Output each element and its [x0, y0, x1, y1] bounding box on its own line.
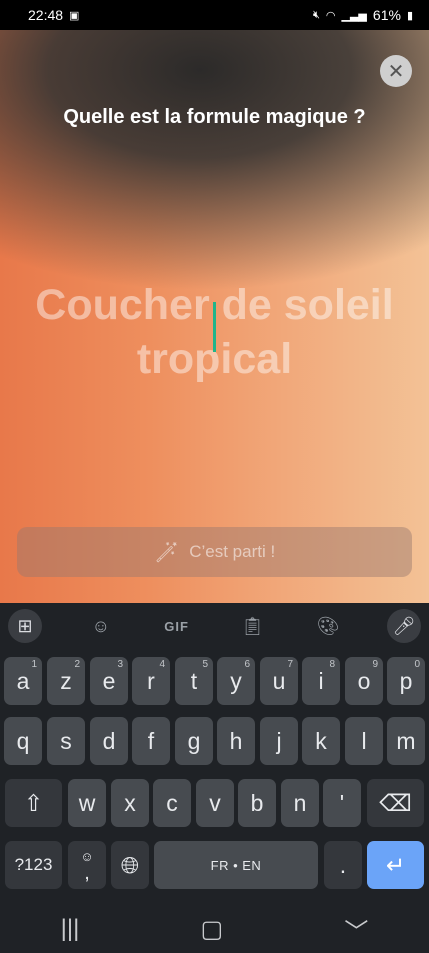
- palette-icon[interactable]: 🎨︎: [311, 609, 345, 643]
- backspace-icon: ⌫: [379, 789, 412, 816]
- key-s[interactable]: s: [47, 717, 85, 765]
- gif-button[interactable]: GIF: [160, 609, 194, 643]
- symbols-key[interactable]: ?123: [5, 841, 62, 889]
- backspace-key[interactable]: ⌫: [367, 779, 424, 827]
- signal-icon: ▁▃▅: [341, 9, 367, 22]
- key-a[interactable]: a1: [4, 657, 42, 705]
- key-y[interactable]: y6: [217, 657, 255, 705]
- key-f[interactable]: f: [132, 717, 170, 765]
- enter-key[interactable]: ↵: [367, 841, 424, 889]
- page-title: Quelle est la formule magique ?: [63, 106, 366, 128]
- key-h[interactable]: h: [217, 717, 255, 765]
- battery-percent: 61%: [372, 7, 401, 23]
- key-e[interactable]: e3: [90, 657, 128, 705]
- key-d[interactable]: d: [90, 717, 128, 765]
- prompt-screen: ✕ Quelle est la formule magique ? Couche…: [0, 30, 429, 603]
- mute-icon: 🔇︎: [312, 8, 320, 21]
- battery-icon: ▮: [406, 9, 413, 22]
- back-icon[interactable]: ﹀: [344, 912, 368, 947]
- key-apostrophe[interactable]: ': [323, 779, 361, 827]
- key-row-4: ?123 ☺ , 🌐︎ FR • EN . ↵: [0, 841, 429, 889]
- globe-key[interactable]: 🌐︎: [111, 841, 149, 889]
- globe-icon: 🌐︎: [120, 851, 140, 878]
- shift-icon: ⇧: [23, 789, 44, 816]
- key-t[interactable]: t5: [175, 657, 213, 705]
- key-k[interactable]: k: [302, 717, 340, 765]
- key-q[interactable]: q: [4, 717, 42, 765]
- shift-key[interactable]: ⇧: [5, 779, 62, 827]
- status-time: 22:48: [28, 7, 64, 23]
- key-x[interactable]: x: [111, 779, 149, 827]
- key-l[interactable]: l: [345, 717, 383, 765]
- mic-icon[interactable]: 🎤︎: [386, 609, 421, 643]
- space-key[interactable]: FR • EN: [154, 841, 318, 889]
- key-b[interactable]: b: [238, 779, 276, 827]
- key-c[interactable]: c: [153, 779, 191, 827]
- navigation-bar: ||| ▢ ﹀: [0, 905, 429, 953]
- close-button[interactable]: ✕: [380, 55, 412, 87]
- keyboard-toolbar: ⊞ ☺ GIF 📋︎ 🎨︎ 🎤︎: [0, 603, 429, 649]
- start-button-label: C’est parti !: [189, 542, 276, 561]
- keyboard: ⊞ ☺ GIF 📋︎ 🎨︎ 🎤︎ a1 z2 e3 r4 t5 y6 u7 i8…: [0, 603, 429, 905]
- key-n[interactable]: n: [281, 779, 319, 827]
- key-j[interactable]: j: [260, 717, 298, 765]
- status-bar: 22:48 ▣ 🔇︎ ◠ ▁▃▅ 61% ▮: [0, 0, 429, 30]
- magic-wand-icon: 🪄︎: [153, 541, 180, 564]
- key-v[interactable]: v: [196, 779, 234, 827]
- enter-icon: ↵: [385, 851, 406, 878]
- key-p[interactable]: p0: [387, 657, 425, 705]
- key-g[interactable]: g: [175, 717, 213, 765]
- key-o[interactable]: o9: [345, 657, 383, 705]
- key-row-2: q s d f g h j k l m: [0, 717, 429, 765]
- key-m[interactable]: m: [387, 717, 425, 765]
- text-cursor: [213, 302, 216, 352]
- start-button[interactable]: 🪄︎ C’est parti !: [17, 527, 412, 577]
- emoji-comma-key[interactable]: ☺ ,: [68, 841, 106, 889]
- key-u[interactable]: u7: [260, 657, 298, 705]
- clipboard-icon[interactable]: 📋︎: [235, 609, 269, 643]
- key-r[interactable]: r4: [132, 657, 170, 705]
- apps-grid-icon[interactable]: ⊞: [8, 609, 42, 643]
- key-i[interactable]: i8: [302, 657, 340, 705]
- key-z[interactable]: z2: [47, 657, 85, 705]
- key-row-1: a1 z2 e3 r4 t5 y6 u7 i8 o9 p0: [0, 657, 429, 705]
- key-row-3: ⇧ w x c v b n ' ⌫: [0, 779, 429, 827]
- home-icon[interactable]: ▢: [201, 915, 224, 944]
- recents-icon[interactable]: |||: [61, 915, 80, 943]
- wifi-icon: ◠: [325, 9, 336, 22]
- key-w[interactable]: w: [68, 779, 106, 827]
- period-key[interactable]: .: [324, 841, 362, 889]
- sticker-icon[interactable]: ☺: [84, 609, 118, 643]
- close-icon: ✕: [387, 60, 405, 83]
- battery-saver-icon: ▣: [69, 9, 80, 22]
